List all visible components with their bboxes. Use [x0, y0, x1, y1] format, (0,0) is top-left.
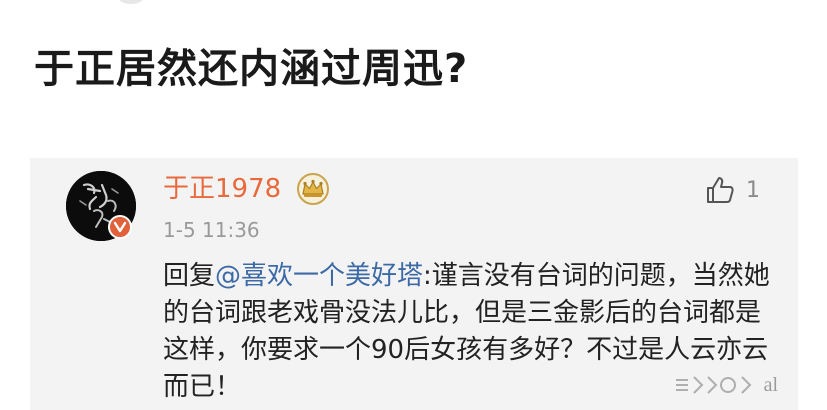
crown-icon[interactable] — [296, 173, 330, 205]
thumbs-up-icon — [707, 177, 734, 203]
like-count: 1 — [746, 177, 760, 203]
comment-timestamp: 1-5 11:36 — [163, 218, 260, 242]
cropped-top-element — [118, 0, 144, 4]
like-button[interactable]: 1 — [704, 172, 760, 208]
post-headline: 于正居然还内涵过周迅? — [34, 46, 469, 92]
reply-prefix: 回复 — [163, 261, 216, 291]
watermark-text: al — [763, 373, 778, 396]
comment-card: 于正1978 1-5 11:36 1 回复@喜欢一个美好塔:谨言没有台词的问题，… — [30, 158, 798, 410]
comment-username[interactable]: 于正1978 — [163, 172, 281, 206]
watermark: al — [674, 372, 778, 398]
verified-v-icon — [108, 215, 132, 239]
watermark-icon — [675, 376, 751, 394]
mention-link[interactable]: @喜欢一个美好塔 — [215, 261, 423, 291]
